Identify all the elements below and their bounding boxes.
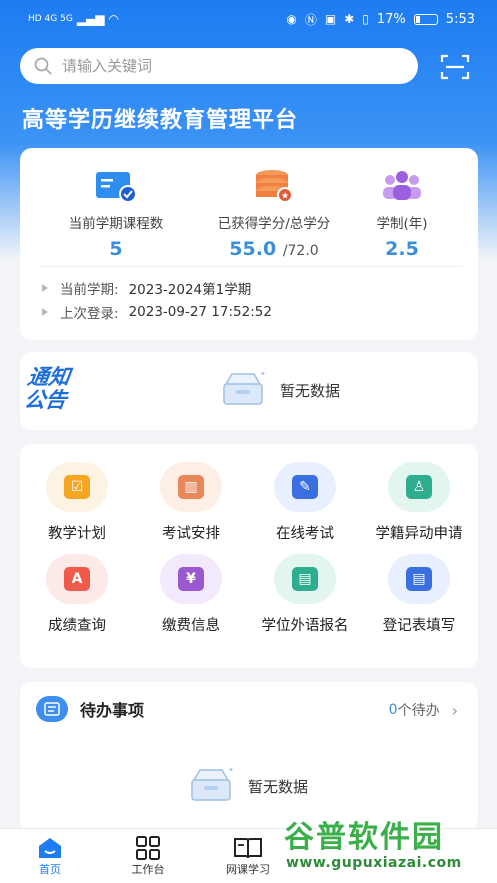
workbench-icon <box>136 836 160 860</box>
status-bar: HD 4G 5G ▂▄▆ ◠ ◉ Ⓝ ▣ ✱ ▯ 17% 5:53 <box>0 0 497 38</box>
tab-home-label: 首页 <box>39 863 61 876</box>
tab-course-label: 网课学习 <box>226 863 270 876</box>
chevron-right-icon: › <box>451 700 458 720</box>
exam-schedule-icon: ▥ <box>160 462 222 512</box>
info-last-login: 上次登录: 2023-09-27 17:52:52 <box>42 302 272 322</box>
bullet-icon <box>42 284 48 292</box>
notice-logo: 通知 公告 <box>22 365 72 412</box>
grid-item-label: 学位外语报名 <box>261 618 349 634</box>
search-icon <box>34 57 52 75</box>
todo-count-link[interactable]: 0 个待办 › <box>389 700 458 720</box>
grid-item-label: 成绩查询 <box>48 618 106 634</box>
notice-logo-line2: 公告 <box>22 388 69 412</box>
todo-empty-text: 暂无数据 <box>248 778 309 796</box>
watermark-text: 谷普软件园 <box>284 820 444 855</box>
battery-icon <box>413 13 438 25</box>
grid-item-5[interactable]: A 成绩查询 <box>20 554 134 635</box>
tab-home[interactable]: 首页 <box>10 835 90 877</box>
notice-logo-line1: 通知 <box>26 365 72 389</box>
grid-item-8[interactable]: ▤ 登记表填写 <box>362 554 476 635</box>
todo-count: 0 <box>388 702 398 718</box>
stat-credits[interactable]: ★ 已获得学分/总学分 55.0 /72.0 <box>204 168 344 260</box>
function-grid: ☑ 教学计划 ▥ 考试安排 ✎ 在线考试 ♙ 学籍异动申请 A 成绩查询 ¥ 缴费信息 ▤ 学位外语报名 ▤… <box>20 444 478 668</box>
scan-icon[interactable] <box>440 54 470 80</box>
stat-years-label: 学制(年) <box>376 216 428 232</box>
stat-credits-total: /72.0 <box>282 243 319 259</box>
credits-coin-icon: ★ <box>252 168 296 204</box>
course-icon <box>234 838 262 859</box>
watermark-url: www.gupuxiazai.com <box>286 855 462 871</box>
search-input[interactable] <box>62 57 362 75</box>
notice-empty-text: 暂无数据 <box>280 382 341 400</box>
empty-tray-icon: ✦ <box>223 370 266 405</box>
home-icon <box>39 838 61 858</box>
info-login-key: 上次登录: <box>60 306 119 322</box>
info-current-term: 当前学期: 2023-2024第1学期 <box>42 278 251 298</box>
notice-card[interactable]: 通知 公告 ✦ 暂无数据 <box>20 352 478 430</box>
todo-card: 待办事项 0 个待办 › ✦ 暂无数据 <box>20 682 478 832</box>
bluetooth-icon: ✱ <box>344 12 355 26</box>
stat-years-value: 2.5 <box>385 238 419 260</box>
nfc-icon: Ⓝ <box>304 12 317 27</box>
vibrate-icon: ▯ <box>362 12 369 26</box>
search-bar[interactable] <box>20 48 418 84</box>
stat-years[interactable]: 学制(年) 2.5 <box>332 168 472 260</box>
tab-workbench-label: 工作台 <box>131 863 165 876</box>
payment-icon: ¥ <box>160 554 222 604</box>
plan-icon: ☑ <box>46 462 108 512</box>
grid-item-label: 在线考试 <box>276 526 334 542</box>
grid-item-3[interactable]: ✎ 在线考试 <box>248 462 362 543</box>
score-query-icon: A <box>46 554 108 604</box>
degree-language-icon: ▤ <box>274 554 336 604</box>
clock: 5:53 <box>445 11 475 27</box>
grid-item-label: 教学计划 <box>48 526 106 542</box>
svg-text:★: ★ <box>281 192 289 202</box>
todo-count-suffix: 个待办 <box>397 703 440 719</box>
stat-courses[interactable]: 当前学期课程数 5 <box>46 168 186 260</box>
stat-courses-value: 5 <box>109 238 123 260</box>
grid-item-7[interactable]: ▤ 学位外语报名 <box>248 554 362 635</box>
svg-text:✦: ✦ <box>260 370 266 378</box>
info-login-value: 2023-09-27 17:52:52 <box>128 304 272 320</box>
online-exam-icon: ✎ <box>274 462 336 512</box>
grid-item-label: 考试安排 <box>162 526 220 542</box>
stat-credits-label: 已获得学分/总学分 <box>217 216 331 232</box>
registration-form-icon: ▤ <box>388 554 450 604</box>
wifi-icon: ◠ <box>108 12 119 26</box>
grid-item-4[interactable]: ♙ 学籍异动申请 <box>362 462 476 543</box>
grid-item-6[interactable]: ¥ 缴费信息 <box>134 554 248 635</box>
dnd-icon: ▣ <box>324 12 337 26</box>
todo-icon <box>36 696 68 722</box>
grid-item-1[interactable]: ☑ 教学计划 <box>20 462 134 543</box>
info-term-value: 2023-2024第1学期 <box>128 282 252 298</box>
empty-tray-icon: ✦ <box>191 766 234 801</box>
network-text: HD 4G 5G <box>28 14 73 24</box>
tab-course[interactable]: 网课学习 <box>208 835 288 877</box>
bullet-icon <box>42 308 48 316</box>
grid-item-label: 学籍异动申请 <box>375 526 463 542</box>
watermark: 谷普软件园 www.gupuxiazai.com <box>278 812 497 883</box>
status-change-icon: ♙ <box>388 462 450 512</box>
battery-percent: 17% <box>376 11 406 27</box>
todo-title: 待办事项 <box>80 701 145 720</box>
stats-card: 当前学期课程数 5 ★ 已获得学分/总学分 55.0 /72.0 学制(年) 2… <box>20 148 478 340</box>
network-indicators: HD 4G 5G ▂▄▆ ◠ <box>28 12 119 26</box>
tab-workbench[interactable]: 工作台 <box>108 835 188 877</box>
info-term-key: 当前学期: <box>60 282 119 298</box>
svg-text:✦: ✦ <box>228 766 234 774</box>
page-title: 高等学历继续教育管理平台 <box>22 108 299 133</box>
divider <box>40 266 462 267</box>
stat-credits-earned: 55.0 <box>229 238 277 260</box>
grid-item-label: 缴费信息 <box>162 618 220 634</box>
grid-item-label: 登记表填写 <box>382 618 456 634</box>
people-icon <box>380 168 424 204</box>
stat-courses-label: 当前学期课程数 <box>68 216 164 232</box>
grid-item-2[interactable]: ▥ 考试安排 <box>134 462 248 543</box>
course-book-icon <box>94 168 138 204</box>
signal-icon: ▂▄▆ <box>76 12 105 26</box>
eye-icon: ◉ <box>286 12 297 26</box>
